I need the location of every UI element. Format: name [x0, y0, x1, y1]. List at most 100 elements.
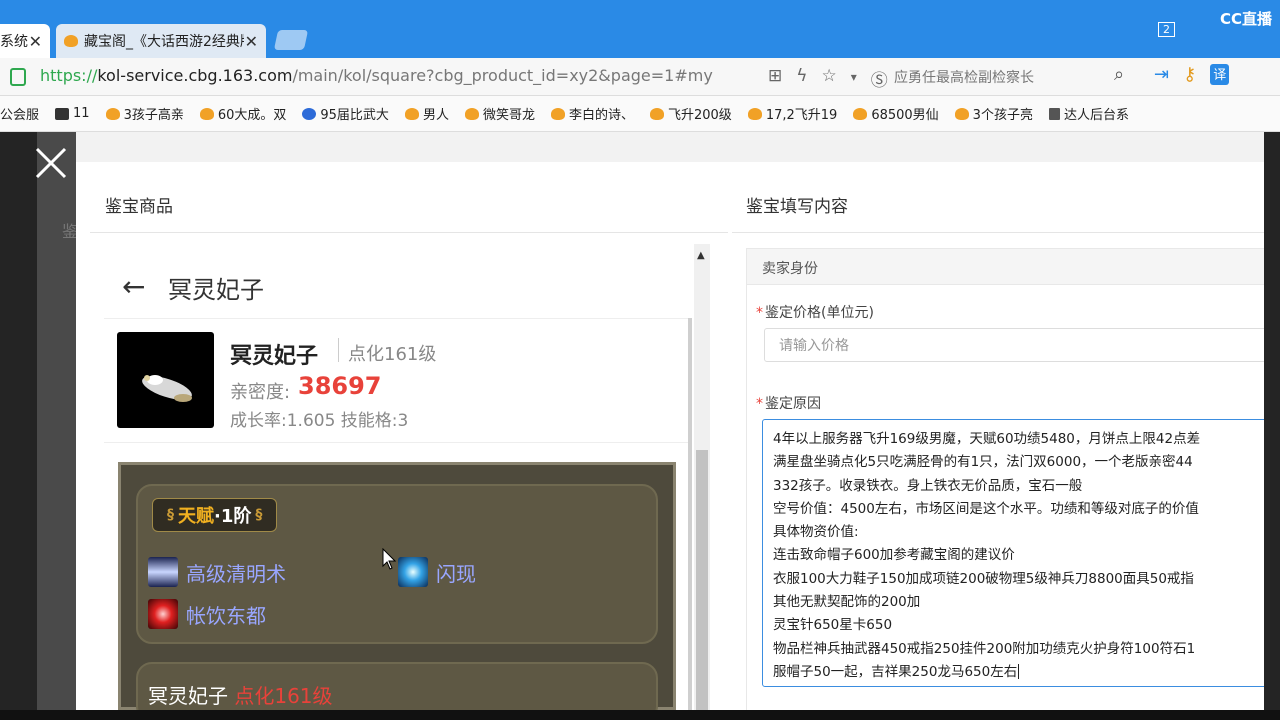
browser-tab-1[interactable]: 系统 ✕ [0, 24, 50, 58]
reason-line: 满星盘坐骑点化5只吃满胫骨的有1只，法门双6000，一个老版亲密44 [773, 454, 1193, 471]
reason-line: 灵宝针650星卡650 [773, 617, 893, 634]
scroll-up-arrow-icon[interactable]: ▲ [697, 250, 705, 261]
bookmark-item[interactable]: 微笑哥龙 [464, 104, 535, 123]
reason-line: 332孩子。收录铁衣。身上铁衣无价品质，宝石一般 [773, 477, 1083, 494]
cbg-favicon-icon [464, 107, 479, 120]
pet-level: 点化161级 [348, 344, 437, 365]
cbg-favicon-icon [199, 107, 214, 120]
grid-icon[interactable]: ⊞ [768, 66, 782, 91]
product-header-title: 冥灵妃子 [168, 276, 264, 304]
reason-line: 空号价值：4500左右，市场区间是这个水平。功绩和等级对底子的价值 [773, 500, 1199, 517]
reason-line: 4年以上服务器飞升169级男魔，天赋60功绩5480，月饼点上限42点差 [773, 431, 1201, 447]
skill-item[interactable]: 高级清明术 [148, 557, 286, 587]
shanxian-icon [398, 557, 428, 587]
separator [338, 338, 339, 362]
affinity-value: 38697 [298, 372, 382, 400]
text-caret [1018, 664, 1020, 680]
reason-line-last: 服帽子50一起，吉祥果250龙马650左右 [773, 663, 1020, 680]
search-suggestion[interactable]: 应勇任最高检副检察长 [894, 67, 1034, 87]
required-mark: * [756, 396, 763, 412]
tab-label: 系统 [0, 34, 28, 50]
reason-textarea[interactable]: 4年以上服务器飞升169级男魔，天赋60功绩5480，月饼点上限42点差 满星盘… [762, 419, 1264, 687]
url-path: /main/kol/square?cbg_product_id=xy2&page… [292, 66, 713, 85]
bookmark-item[interactable]: 17,2飞升19 [747, 104, 837, 123]
bookmarks-bar: 公会服 11 3孩子高亲 60大成。双 95届比武大 男人 微笑哥龙 李白的诗、… [0, 96, 1280, 132]
search-icon[interactable]: ⌕ [1114, 64, 1124, 85]
bookmark-item[interactable]: 公会服 [0, 104, 39, 123]
bookmark-item[interactable]: 达人后台系 [1048, 104, 1129, 123]
login-icon[interactable]: ⇥ [1154, 64, 1169, 85]
chevron-down-icon[interactable]: ▾ [851, 66, 857, 91]
cbg-favicon-icon [105, 107, 120, 120]
translate-icon[interactable]: 译 [1210, 64, 1230, 85]
pet-summary: 冥灵妃子 点化161级 [148, 684, 333, 708]
bookmark-item[interactable]: 68500男仙 [853, 104, 939, 123]
search-engine-icon[interactable]: Ⓢ [871, 66, 888, 91]
dark-square-icon [55, 107, 70, 120]
section-title-product: 鉴宝商品 [105, 197, 173, 217]
tab-close-icon[interactable]: ✕ [29, 32, 42, 51]
url-host: kol-service.cbg.163.com [97, 66, 293, 85]
bookmark-item[interactable]: 95届比武大 [302, 104, 389, 123]
bookmark-item[interactable]: 李白的诗、 [550, 104, 634, 123]
skill-item[interactable]: 闪现 [398, 557, 476, 587]
bookmark-item[interactable]: 3孩子高亲 [105, 104, 184, 123]
reason-line: 连击致命帽子600加参考藏宝阁的建议价 [773, 547, 1015, 564]
price-input[interactable]: 请输入价格 [764, 328, 1264, 362]
bookmark-item[interactable]: 男人 [404, 104, 449, 123]
reason-line: 物品栏神兵抽武器450戒指250挂件200附加功绩克火护身符100符石1 [773, 640, 1196, 657]
appraisal-modal: 鉴宝商品 鉴宝填写内容 ← 冥灵妃子 冥灵妃子 点化161级 亲密度: 3869… [76, 132, 1264, 710]
divider [104, 442, 690, 443]
cbg-favicon-icon [747, 107, 762, 120]
talent-level: ·1阶 [214, 506, 252, 527]
reason-line: 其他无默契配饰的200加 [773, 594, 921, 611]
skill-item[interactable]: 帐饮东都 [148, 599, 266, 629]
bookmark-item[interactable]: 3个孩子亮 [954, 104, 1033, 123]
key-icon[interactable]: ⚷ [1183, 64, 1196, 85]
url-field[interactable]: https://kol-service.cbg.163.com/main/kol… [40, 66, 713, 85]
screen: 系统 ✕ 藏宝阁_《大话西游2经典版》 ✕ 2 CC直播 https://kol… [0, 0, 1280, 720]
lightning-icon[interactable]: ϟ [796, 66, 807, 91]
new-tab-button[interactable] [273, 30, 309, 50]
cbg-favicon-icon [649, 107, 664, 120]
cc-live-logo: CC直播 [1219, 10, 1272, 28]
star-icon[interactable]: ☆ [821, 66, 836, 91]
tab-label: 藏宝阁_《大话西游2经典版》 [84, 34, 244, 50]
panel-header-text: 卖家身份 [762, 261, 818, 277]
back-arrow-icon[interactable]: ← [122, 270, 145, 303]
address-tools: ⊞ ϟ ☆ ▾ Ⓢ [768, 66, 888, 91]
required-mark: * [756, 305, 763, 321]
cbg-favicon-icon [954, 107, 969, 120]
address-bar: https://kol-service.cbg.163.com/main/kol… [0, 58, 1280, 96]
reason-line: 衣服100大力鞋子150加成项链200破物理5级神兵刀8800面具50戒指 [773, 570, 1194, 587]
growth-skill-slots: 成长率:1.605 技能格:3 [230, 411, 409, 431]
reason-label: * 鉴定原因 [756, 396, 821, 412]
browser-tab-2[interactable]: 藏宝阁_《大话西游2经典版》 ✕ [56, 24, 266, 58]
reason-line: 具体物资价值: [773, 524, 859, 541]
pet-image [117, 332, 214, 428]
scrollbar-thumb[interactable] [696, 450, 708, 710]
tab-count-badge[interactable]: 2 [1158, 22, 1175, 37]
skill-name: 高级清明术 [186, 561, 286, 586]
tab-close-icon[interactable]: ✕ [245, 32, 258, 51]
document-icon [1048, 107, 1060, 120]
modal-top-strip [76, 132, 1264, 162]
bookmark-item[interactable]: 飞升200级 [649, 104, 732, 123]
cbg-favicon-icon [404, 107, 419, 120]
extension-icons: ⇥ ⚷ 译 [1154, 64, 1230, 85]
bookmark-item[interactable]: 11 [55, 106, 90, 121]
close-icon[interactable] [34, 146, 68, 180]
skill-name: 帐饮东都 [186, 603, 266, 628]
bookmark-item[interactable]: 60大成。双 [199, 104, 286, 123]
pet-name: 冥灵妃子 [230, 344, 319, 369]
section-title-form: 鉴宝填写内容 [746, 197, 848, 217]
price-label: * 鉴定价格(单位元) [756, 305, 874, 321]
inner-scrollbar[interactable] [688, 318, 692, 710]
price-placeholder: 请输入价格 [779, 338, 849, 354]
divider [90, 232, 728, 233]
qingming-icon [148, 557, 178, 587]
url-scheme: https:// [40, 66, 98, 85]
divider [732, 232, 1264, 233]
cbg-favicon-icon [64, 35, 78, 47]
bottom-bar [0, 710, 1280, 720]
